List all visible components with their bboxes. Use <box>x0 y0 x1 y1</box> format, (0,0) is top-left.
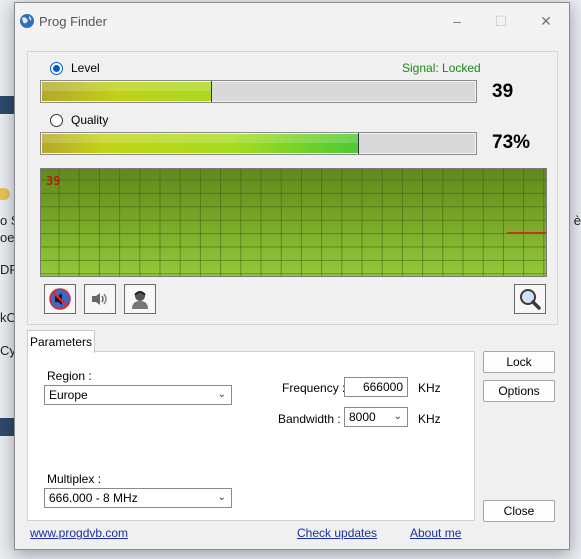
background-text: oe <box>0 230 15 245</box>
quality-meter-fill <box>42 134 358 153</box>
background-coin-icon <box>0 188 10 200</box>
frequency-input[interactable]: 666000 <box>344 377 408 397</box>
multiplex-value: 666.000 - 8 MHz <box>49 491 138 505</box>
scope-value-label: 39 <box>46 174 61 188</box>
level-radio[interactable]: Level <box>50 61 100 75</box>
quality-label: Quality <box>71 113 109 127</box>
close-button[interactable]: Close <box>483 500 555 522</box>
quality-radio[interactable]: Quality <box>50 113 108 127</box>
bandwidth-unit: KHz <box>418 412 441 426</box>
level-meter <box>40 80 477 103</box>
mute-button[interactable] <box>44 284 76 314</box>
multiplex-select[interactable]: 666.000 - 8 MHz ⌄ <box>44 488 232 508</box>
window-title: Prog Finder <box>39 14 107 29</box>
region-label: Region : <box>47 369 92 383</box>
magnifier-icon <box>520 289 541 310</box>
title-bar[interactable]: Prog Finder – ☐ ✕ <box>15 3 569 39</box>
quality-meter <box>40 132 477 155</box>
level-value: 39 <box>492 81 514 102</box>
level-meter-fill <box>42 82 211 101</box>
lock-button[interactable]: Lock <box>483 351 555 373</box>
level-radio-indicator[interactable] <box>50 61 63 75</box>
chevron-down-icon: ⌄ <box>393 411 402 422</box>
minimize-icon[interactable]: – <box>449 13 465 29</box>
chevron-down-icon: ⌄ <box>217 492 226 503</box>
app-globe-icon <box>20 14 34 28</box>
background-app-header <box>0 96 14 114</box>
bandwidth-select[interactable]: 8000 ⌄ <box>344 407 408 427</box>
level-meter-marker <box>211 81 212 102</box>
close-icon[interactable]: ✕ <box>538 13 554 29</box>
signal-status: Signal: Locked <box>402 61 481 75</box>
bandwidth-value: 8000 <box>349 410 376 424</box>
background-app-footer <box>0 418 14 436</box>
sound-button[interactable] <box>84 284 116 314</box>
chevron-down-icon: ⌄ <box>217 389 226 400</box>
parameters-panel: Region : Europe ⌄ Frequency : 666000 KHz… <box>27 351 475 521</box>
background-text: è <box>573 213 581 228</box>
frequency-unit: KHz <box>418 381 441 395</box>
check-updates-link[interactable]: Check updates <box>297 526 377 540</box>
mute-icon <box>49 288 71 310</box>
scan-button[interactable] <box>514 284 546 314</box>
quality-value: 73% <box>492 132 531 153</box>
quality-radio-indicator[interactable] <box>50 113 63 127</box>
frequency-label: Frequency : <box>282 381 346 395</box>
region-select[interactable]: Europe ⌄ <box>44 385 232 405</box>
bandwidth-label: Bandwidth : <box>278 412 341 426</box>
tab-parameters[interactable]: Parameters <box>27 330 95 353</box>
multiplex-label: Multiplex : <box>47 472 102 486</box>
region-value: Europe <box>49 388 88 402</box>
signal-panel: Level Signal: Locked 39 Quality 73% 39 <box>27 51 558 325</box>
level-label: Level <box>71 61 100 75</box>
options-button[interactable]: Options <box>483 380 555 402</box>
maximize-icon[interactable]: ☐ <box>493 13 509 29</box>
user-button[interactable] <box>124 284 156 314</box>
scope-grid <box>41 169 546 276</box>
signal-scope: 39 <box>40 168 547 277</box>
user-icon <box>132 291 148 309</box>
prog-finder-window: Prog Finder – ☐ ✕ Level Signal: Locked 3… <box>14 2 570 550</box>
quality-meter-marker <box>358 133 359 154</box>
website-link[interactable]: www.progdvb.com <box>30 526 128 540</box>
speaker-icon <box>92 293 107 305</box>
about-link[interactable]: About me <box>410 526 461 540</box>
